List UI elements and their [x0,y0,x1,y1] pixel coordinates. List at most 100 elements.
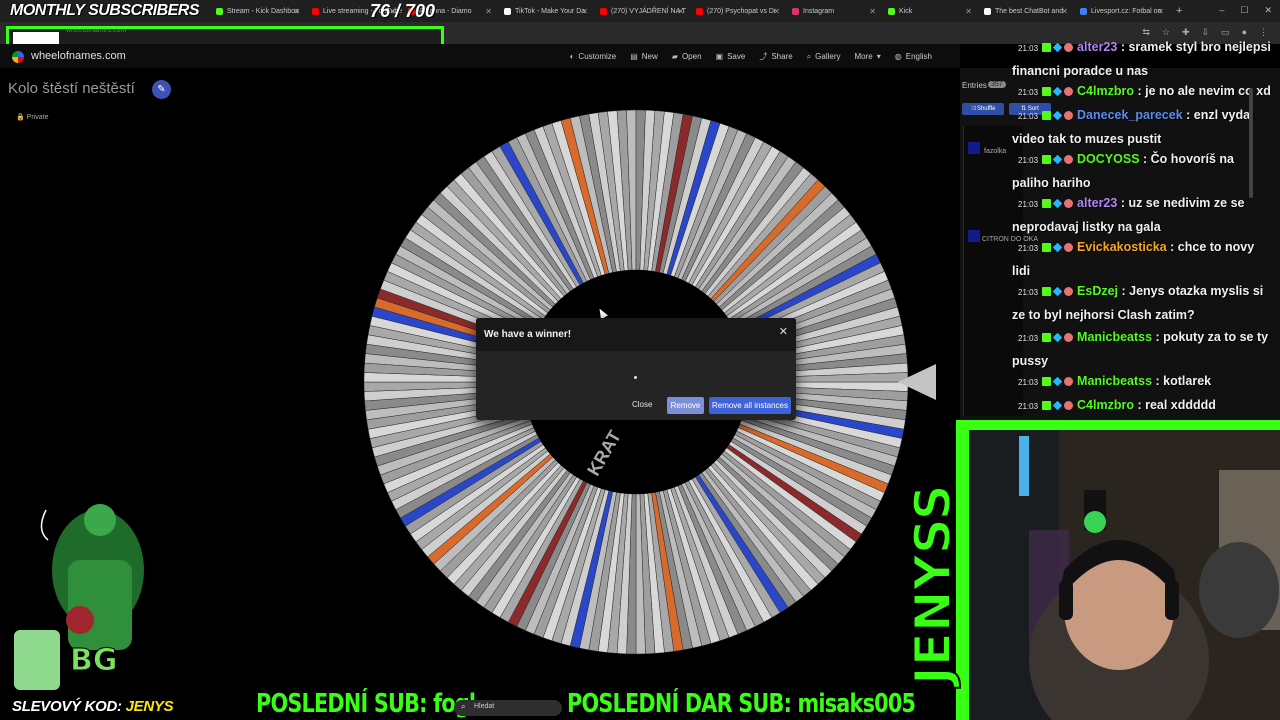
chat-message: 21:03 EsDzej : Jenys otazka myslis si ze … [1012,280,1274,326]
chat-username[interactable]: DOCYOSS [1077,152,1140,166]
chat-username[interactable]: Manicbeatss [1077,374,1152,388]
chat-username[interactable]: Manicbeatss [1077,330,1152,344]
chat-username[interactable]: EsDzej [1077,284,1118,298]
tab-close-icon[interactable]: ✕ [965,7,972,16]
gem-badge-icon [1052,42,1063,53]
tab-label: Instagram [803,7,835,15]
menu-item-label: Share [771,52,793,61]
menu-item-share[interactable]: ⤴ Share [759,51,792,62]
tab-label: (270) Psychopat vs Dr [707,7,777,15]
kick-badge-icon [1042,87,1052,96]
tab-close-icon[interactable]: ✕ [869,7,876,16]
chat-scrollbar[interactable] [1249,88,1253,198]
emote-badge-icon [1064,243,1074,252]
tab-label: Stream - Kick Dashboa [227,7,299,15]
close-window-icon[interactable]: ✕ [1264,5,1272,16]
menu-item-label: More [854,52,873,61]
chat-message: 21:03 alter23 : uz se nedivim ze se nepro… [1012,192,1274,238]
close-icon[interactable]: ✕ [779,325,788,338]
chat-timestamp: 21:03 [1018,244,1039,253]
browser-tab[interactable]: (270) VYJÁDŘENÍ NA T ✕ [594,0,690,22]
browser-tab[interactable]: (270) Psychopat vs Dr ✕ [690,0,786,22]
gem-badge-icon [1052,154,1063,165]
tab-close-icon[interactable]: ✕ [293,7,300,16]
menu-item-customize[interactable]: ◐ Customize [570,51,617,62]
chat-message: 21:03 Evickakosticka : chce to novy lidi [1012,236,1274,282]
tab-entries[interactable]: Entries [962,81,987,90]
emote-badge-icon [1064,401,1074,410]
tab-favicon-icon [600,7,607,15]
window-controls: – ☐ ✕ [1219,5,1272,16]
menu-item-save[interactable]: ▣ Save [716,51,746,62]
chat-text: real xddddd [1145,398,1216,412]
tab-favicon-icon [504,7,511,15]
tab-close-icon[interactable]: ✕ [581,7,588,16]
chat-timestamp: 21:03 [1018,156,1039,165]
chat-username[interactable]: Danecek_parecek [1077,108,1183,122]
browser-tab[interactable]: The best ChatBot and ✕ [978,0,1074,22]
chat-separator: : [1166,240,1178,254]
chat-username[interactable]: C4lmzbro [1077,398,1134,412]
gem-badge-icon [1052,110,1063,121]
tab-strip: Stream - Kick Dashboa ✕ Live streaming - Y… [210,0,1170,22]
gem-badge-icon [1052,400,1063,411]
tab-close-icon[interactable]: ✕ [677,7,684,16]
browser-tab[interactable]: Kick ✕ [882,0,978,22]
menu-item-english[interactable]: ◍ English [895,51,932,62]
chat-username[interactable]: Evickakosticka [1077,240,1167,254]
tab-favicon-icon [696,7,703,15]
browser-tab[interactable]: TikTok - Make Your Da ✕ [498,0,594,22]
tab-favicon-icon [984,7,991,15]
chat-separator: : [1133,84,1146,98]
browser-tab[interactable]: Livesport.cz: Fotbal on ✕ [1074,0,1170,22]
edit-title-button[interactable]: ✎ [152,80,171,99]
chat-separator: : [1133,398,1146,412]
remove-all-instances-button[interactable]: Remove all instances [709,397,791,414]
kick-badge-icon [1042,287,1052,296]
tab-close-icon[interactable]: ✕ [1157,7,1164,16]
globe-icon: ◍ [894,52,902,61]
site-name[interactable]: wheelofnames.com [31,50,126,62]
menu-item-new[interactable]: ▤ New [630,51,658,62]
chat-timestamp: 21:03 [1018,112,1039,121]
menu-item-gallery[interactable]: ⌕ Gallery [807,51,841,62]
chat-text: kotlarek [1163,374,1212,388]
kick-badge-icon [1042,43,1052,52]
chat-message: 21:03 alter23 : sramek styl bro nejlepsi … [1012,36,1274,82]
taskbar-search-input[interactable]: ⌕ Hledat [454,700,562,716]
svg-text:BG: BG [70,643,118,678]
chat-message: 21:03 DOCYOSS : Čo hovoríš na paliho hari… [1012,148,1274,194]
folder-icon: ▰ [671,52,678,61]
tab-close-icon[interactable]: ✕ [485,7,492,16]
new-tab-icon[interactable]: + [1176,5,1182,17]
chat-username[interactable]: alter23 [1077,196,1117,210]
maximize-icon[interactable]: ☐ [1240,5,1248,16]
emote-badge-icon [1064,333,1074,342]
chat-username[interactable]: C4lmzbro [1077,84,1134,98]
booster-character-image: BG [14,504,144,690]
chat-separator: : [1182,108,1194,122]
wheel-title: Kolo štěstí neštěstí [8,80,135,97]
chat-message: 21:03 C4lmzbro : je no ale nevim co xd [1012,80,1274,104]
tab-close-icon[interactable]: ✕ [773,7,780,16]
file-icon: ▤ [630,52,638,61]
close-button[interactable]: Close [632,400,652,409]
shuffle-button[interactable]: ⤨ Shuffle [962,103,1004,115]
emote-badge-icon [1064,287,1074,296]
minimize-icon[interactable]: – [1219,5,1224,16]
emote-badge-icon [1064,111,1074,120]
tab-label: TikTok - Make Your Da [515,7,586,15]
tab-close-icon[interactable]: ✕ [1061,7,1068,16]
chat-separator: : [1117,40,1129,54]
chevron-down-icon: ▾ [876,52,881,61]
menu-item-label: Save [727,52,746,61]
remove-button[interactable]: Remove [667,397,704,414]
winner-dialog: We have a winner! ✕ Close Remove Remove … [476,318,796,420]
browser-tab[interactable]: Instagram ✕ [786,0,882,22]
chat-username[interactable]: alter23 [1077,40,1117,54]
browser-tab[interactable]: Stream - Kick Dashboa ✕ [210,0,306,22]
menu-item-more[interactable]: More ▾ [855,51,881,62]
chat-message: 21:03 Manicbeatss : kotlarek [1012,370,1274,394]
tab-favicon-icon [216,7,223,15]
menu-item-open[interactable]: ▰ Open [672,51,702,62]
